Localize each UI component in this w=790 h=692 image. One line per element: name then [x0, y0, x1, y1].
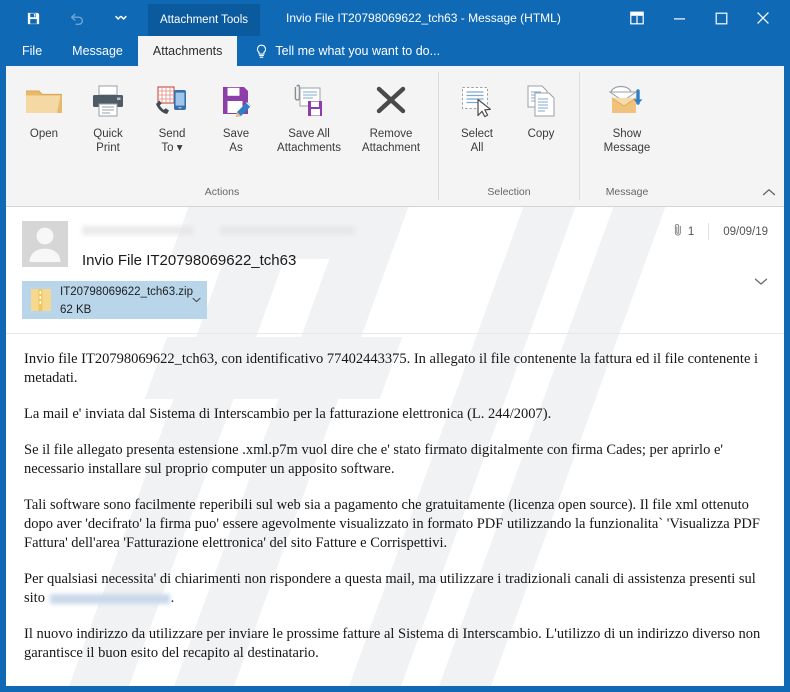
body-paragraph-5: Per qualsiasi necessita' di chiarimenti … [24, 570, 762, 608]
outlook-message-window: Attachment Tools Invio File IT2079806962… [0, 0, 790, 692]
window-controls [616, 0, 790, 36]
remove-attachment-button-label: Remove Attachment [361, 128, 421, 154]
minimize-icon[interactable] [658, 2, 700, 34]
message-subject: Invio File IT20798069622_tch63 [82, 252, 297, 269]
body-paragraph-3: Se il file allegato presenta estensione … [24, 442, 723, 477]
send-to-button[interactable]: Send To ▾ [140, 72, 204, 155]
person-avatar-icon [25, 224, 65, 267]
body-paragraph-1: Invio file IT20798069622_tch63, con iden… [24, 351, 759, 386]
tell-me-placeholder: Tell me what you want to do... [275, 44, 441, 58]
select-all-icon [457, 78, 497, 124]
lightbulb-icon [255, 44, 268, 59]
ribbon-group-label-selection: Selection [487, 186, 531, 198]
body-paragraph-4: Tali software sono facilmente reperibili… [24, 497, 760, 551]
header-meta: 1 09/09/19 [674, 223, 768, 240]
message-body: Invio file IT20798069622_tch63, con iden… [6, 334, 784, 663]
attachment-dropdown-icon[interactable] [189, 297, 203, 303]
avatar [22, 221, 68, 267]
copy-button-label: Copy [527, 128, 555, 140]
remove-attachment-button[interactable]: Remove Attachment [350, 72, 432, 155]
ribbon: Open Quick Print Send To ▾ Save As Save … [6, 66, 784, 207]
sender-row [82, 221, 768, 239]
show-message-button[interactable]: Show Message [586, 72, 668, 155]
ribbon-group-selection: Select All Copy Selection [438, 72, 579, 200]
sender-name-redacted [82, 225, 194, 235]
zip-file-icon [28, 287, 54, 313]
save-all-attachments-button-label: Save All Attachments [277, 128, 341, 154]
maximize-icon[interactable] [700, 2, 742, 34]
select-all-button[interactable]: Select All [445, 72, 509, 155]
message-date: 09/09/19 [723, 225, 768, 238]
contextual-tab-attachment-tools[interactable]: Attachment Tools [148, 4, 261, 36]
body-paragraph-2: La mail e' inviata dal Sistema di Inters… [24, 406, 552, 422]
quick-print-button-label: Quick Print [93, 128, 123, 154]
tab-message[interactable]: Message [57, 36, 138, 66]
attachment-chip[interactable]: IT20798069622_tch63.zip 62 KB [22, 281, 207, 319]
dropdown-arrow-icon: ▾ [176, 142, 183, 154]
tab-attachments[interactable]: Attachments [137, 36, 238, 66]
ribbon-group-message: Show Message Message [579, 72, 674, 200]
paperclip-icon [674, 223, 683, 240]
save-icon[interactable] [22, 7, 44, 29]
attachment-count-value: 1 [687, 225, 695, 238]
attachment-row: IT20798069622_tch63.zip 62 KB [6, 269, 784, 319]
collapse-ribbon-button[interactable] [762, 184, 776, 202]
ribbon-group-label-message: Message [605, 186, 649, 198]
attachment-size: 62 KB [60, 304, 92, 316]
ribbon-display-options-icon[interactable] [616, 2, 658, 34]
copy-button[interactable]: Copy [509, 72, 573, 141]
ribbon-tab-strip: File Message Attachments Tell me what yo… [0, 36, 790, 66]
remove-attachment-icon [370, 78, 412, 124]
show-message-icon [605, 78, 649, 124]
open-folder-icon [24, 78, 64, 124]
save-as-button-label: Save As [222, 128, 250, 154]
quick-print-button[interactable]: Quick Print [76, 72, 140, 155]
copy-icon [521, 78, 561, 124]
sender-email-redacted [220, 225, 355, 235]
attachment-info: IT20798069622_tch63.zip 62 KB [54, 282, 193, 318]
attachment-name: IT20798069622_tch63.zip [60, 286, 193, 298]
customize-qat-icon[interactable] [110, 7, 132, 29]
undo-icon[interactable] [66, 7, 88, 29]
show-message-button-label: Show Message [603, 128, 651, 154]
save-all-attachments-button[interactable]: Save All Attachments [268, 72, 350, 155]
ribbon-group-label-actions: Actions [204, 186, 240, 198]
tell-me-search[interactable]: Tell me what you want to do... [237, 36, 440, 66]
save-as-button[interactable]: Save As [204, 72, 268, 155]
send-to-icon [152, 78, 192, 124]
save-as-icon [216, 78, 256, 124]
ribbon-group-actions: Open Quick Print Send To ▾ Save As Save … [6, 72, 438, 200]
open-button-label: Open [29, 128, 59, 140]
body-paragraph-5-suffix: . [170, 590, 175, 606]
support-site-link-redacted[interactable] [49, 593, 170, 604]
message-header: Invio File IT20798069622_tch63 1 09/09/1… [6, 207, 784, 285]
body-paragraph-6: Il nuovo indirizzo da utilizzare per inv… [24, 626, 761, 661]
save-all-attachments-icon [288, 78, 330, 124]
reading-pane: Invio File IT20798069622_tch63 1 09/09/1… [6, 207, 784, 686]
window-title: Invio File IT20798069622_tch63 - Message… [286, 11, 561, 25]
open-button[interactable]: Open [12, 72, 76, 141]
close-icon[interactable] [742, 2, 784, 34]
printer-icon [88, 78, 128, 124]
select-all-button-label: Select All [461, 128, 493, 154]
tab-file[interactable]: File [0, 36, 57, 66]
attachment-count: 1 [674, 223, 710, 240]
send-to-button-label: Send To ▾ [158, 128, 186, 154]
title-bar: Attachment Tools Invio File IT2079806962… [0, 0, 790, 36]
quick-access-toolbar [0, 0, 132, 36]
